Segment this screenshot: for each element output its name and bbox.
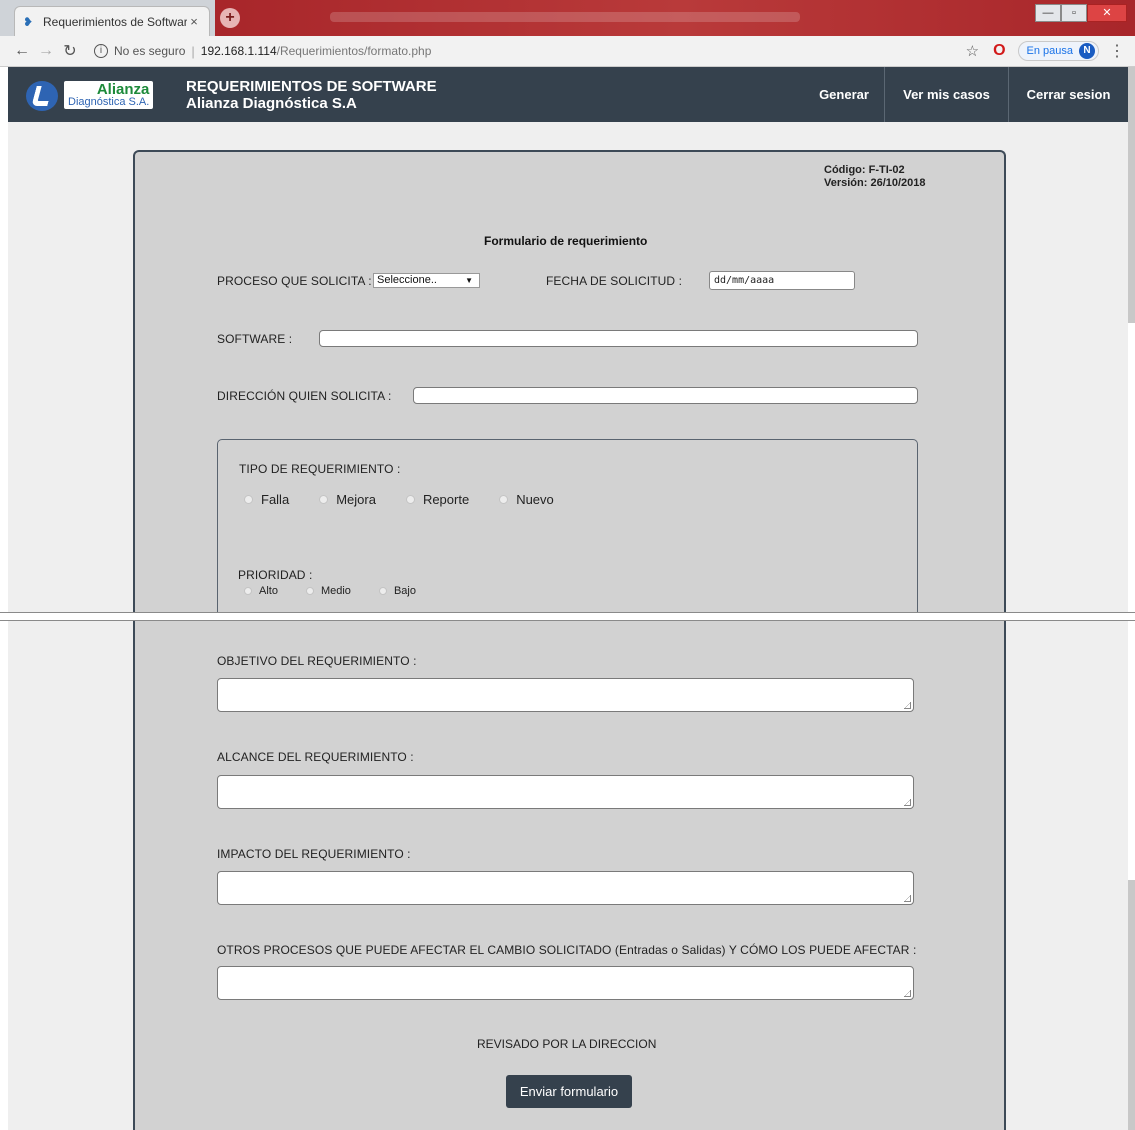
prioridad-option-medio[interactable]: Medio — [305, 585, 351, 597]
fecha-label: FECHA DE SOLICITUD : — [546, 274, 683, 288]
tipo-label: TIPO DE REQUERIMIENTO : — [239, 462, 401, 476]
screenshot-seam — [0, 612, 1135, 620]
radio-label: Falla — [261, 492, 290, 507]
caret-down-icon: ▼ — [465, 276, 473, 285]
maximize-icon[interactable]: ▫ — [1061, 4, 1087, 22]
logo-text: Alianza Diagnóstica S.A. — [64, 80, 154, 109]
logo-mark-icon — [24, 77, 60, 113]
scrollbar-thumb-top[interactable] — [1128, 67, 1135, 323]
impacto-label: IMPACTO DEL REQUERIMIENTO : — [217, 847, 411, 861]
window-title-blurred — [330, 12, 800, 22]
tab-close-icon[interactable]: × — [187, 14, 201, 29]
tipo-option-nuevo[interactable]: Nuevo — [499, 492, 554, 507]
radio-button[interactable] — [499, 495, 509, 504]
resize-grip-icon[interactable] — [904, 990, 911, 997]
site-header: Alianza Diagnóstica S.A. REQUERIMIENTOS … — [8, 67, 1128, 122]
prioridad-radio-group: Alto Medio Bajo — [244, 585, 444, 597]
pause-label: En pausa — [1026, 45, 1073, 57]
proceso-select[interactable]: Seleccione.. ▼ — [373, 273, 480, 288]
radio-label: Mejora — [336, 492, 376, 507]
objetivo-textarea[interactable] — [217, 678, 914, 712]
not-secure-label: No es seguro — [114, 44, 186, 58]
site-nav: Generar Ver mis casos Cerrar sesion — [804, 67, 1128, 122]
profile-avatar: N — [1079, 43, 1095, 59]
browser-tab[interactable]: ❥ Requerimientos de Software × — [14, 6, 210, 36]
scrollbar-thumb-bottom[interactable] — [1128, 880, 1135, 1130]
tipo-option-reporte[interactable]: Reporte — [405, 492, 470, 507]
info-icon[interactable]: i — [94, 44, 108, 58]
opera-icon[interactable]: O — [993, 42, 1005, 60]
alcance-label: ALCANCE DEL REQUERIMIENTO : — [217, 750, 414, 764]
site-title: REQUERIMIENTOS DE SOFTWARE — [186, 77, 437, 95]
radio-button[interactable] — [305, 587, 314, 595]
radio-button[interactable] — [244, 495, 253, 504]
seam-line-bottom — [0, 620, 1135, 621]
objetivo-label: OBJETIVO DEL REQUERIMIENTO : — [217, 654, 417, 668]
menu-dots-icon[interactable]: ⋮ — [1109, 41, 1125, 61]
url-path: /Requerimientos/formato.php — [276, 44, 432, 58]
document-meta: Código: F-TI-02 Versión: 26/10/2018 — [824, 164, 926, 190]
logo-line2: Diagnóstica S.A. — [68, 95, 150, 108]
bookmark-star-icon[interactable]: ☆ — [966, 42, 979, 60]
radio-button[interactable] — [244, 587, 252, 595]
logo-line1: Alianza — [96, 80, 150, 98]
close-window-icon[interactable]: ✕ — [1087, 4, 1127, 22]
radio-button[interactable] — [319, 495, 329, 504]
prioridad-option-bajo[interactable]: Bajo — [378, 585, 416, 597]
prioridad-label: PRIORIDAD : — [238, 568, 313, 582]
proceso-selected-value: Seleccione.. — [377, 274, 437, 286]
nav-ver-mis-casos[interactable]: Ver mis casos — [884, 67, 1008, 122]
form-title: Formulario de requerimiento — [484, 234, 648, 248]
radio-label: Nuevo — [516, 492, 554, 507]
nav-cerrar-sesion[interactable]: Cerrar sesion — [1008, 67, 1128, 122]
company-logo[interactable]: Alianza Diagnóstica S.A. — [8, 67, 158, 122]
software-label: SOFTWARE : — [217, 332, 293, 346]
tipo-option-falla[interactable]: Falla — [244, 492, 289, 507]
resize-grip-icon[interactable] — [904, 799, 911, 806]
window-controls: — ▫ ✕ — [1035, 4, 1127, 22]
resize-grip-icon[interactable] — [904, 702, 911, 709]
url-field[interactable]: i No es seguro | 192.168.1.114 /Requerim… — [94, 44, 966, 59]
tipo-option-mejora[interactable]: Mejora — [319, 492, 376, 507]
tipo-radio-group: Falla Mejora Reporte Nuevo — [244, 492, 584, 507]
prioridad-option-alto[interactable]: Alto — [244, 585, 278, 597]
reload-icon[interactable]: ↻ — [58, 41, 82, 61]
direccion-label: DIRECCIÓN QUIEN SOLICITA : — [217, 389, 392, 403]
site-favicon-icon: ❥ — [23, 14, 34, 29]
url-separator: | — [191, 43, 195, 59]
direccion-input[interactable] — [413, 387, 918, 404]
proceso-label: PROCESO QUE SOLICITA : — [217, 274, 372, 288]
document-version: Versión: 26/10/2018 — [824, 177, 926, 189]
alcance-textarea[interactable] — [217, 775, 914, 809]
forward-icon[interactable]: → — [34, 42, 58, 60]
site-titles: REQUERIMIENTOS DE SOFTWARE Alianza Diagn… — [158, 67, 804, 122]
radio-label: Alto — [259, 585, 278, 597]
otros-procesos-label: OTROS PROCESOS QUE PUEDE AFECTAR EL CAMB… — [217, 943, 917, 957]
url-host: 192.168.1.114 — [200, 44, 277, 58]
resize-grip-icon[interactable] — [904, 895, 911, 902]
address-bar: ← → ↻ i No es seguro | 192.168.1.114 /Re… — [0, 36, 1135, 67]
back-icon[interactable]: ← — [10, 42, 34, 60]
sync-paused-chip[interactable]: En pausa N — [1017, 41, 1099, 61]
site-subtitle: Alianza Diagnóstica S.A — [186, 94, 357, 112]
radio-label: Reporte — [422, 492, 470, 507]
new-tab-button[interactable]: + — [220, 8, 240, 28]
nav-generar[interactable]: Generar — [804, 67, 884, 122]
otros-procesos-textarea[interactable] — [217, 966, 914, 1000]
seam-line-top — [0, 612, 1135, 613]
reviewed-label: REVISADO POR LA DIRECCION — [477, 1037, 657, 1051]
radio-label: Bajo — [393, 585, 416, 597]
radio-button[interactable] — [405, 495, 415, 504]
minimize-icon[interactable]: — — [1035, 4, 1061, 22]
document-code: Código: F-TI-02 — [824, 164, 905, 176]
radio-label: Medio — [320, 585, 351, 597]
fecha-input[interactable]: dd/mm/aaaa — [709, 271, 855, 290]
submit-form-button[interactable]: Enviar formulario — [506, 1075, 632, 1108]
software-input[interactable] — [319, 330, 918, 347]
impacto-textarea[interactable] — [217, 871, 914, 905]
radio-button[interactable] — [378, 587, 387, 595]
tab-title: Requerimientos de Software — [43, 14, 187, 29]
